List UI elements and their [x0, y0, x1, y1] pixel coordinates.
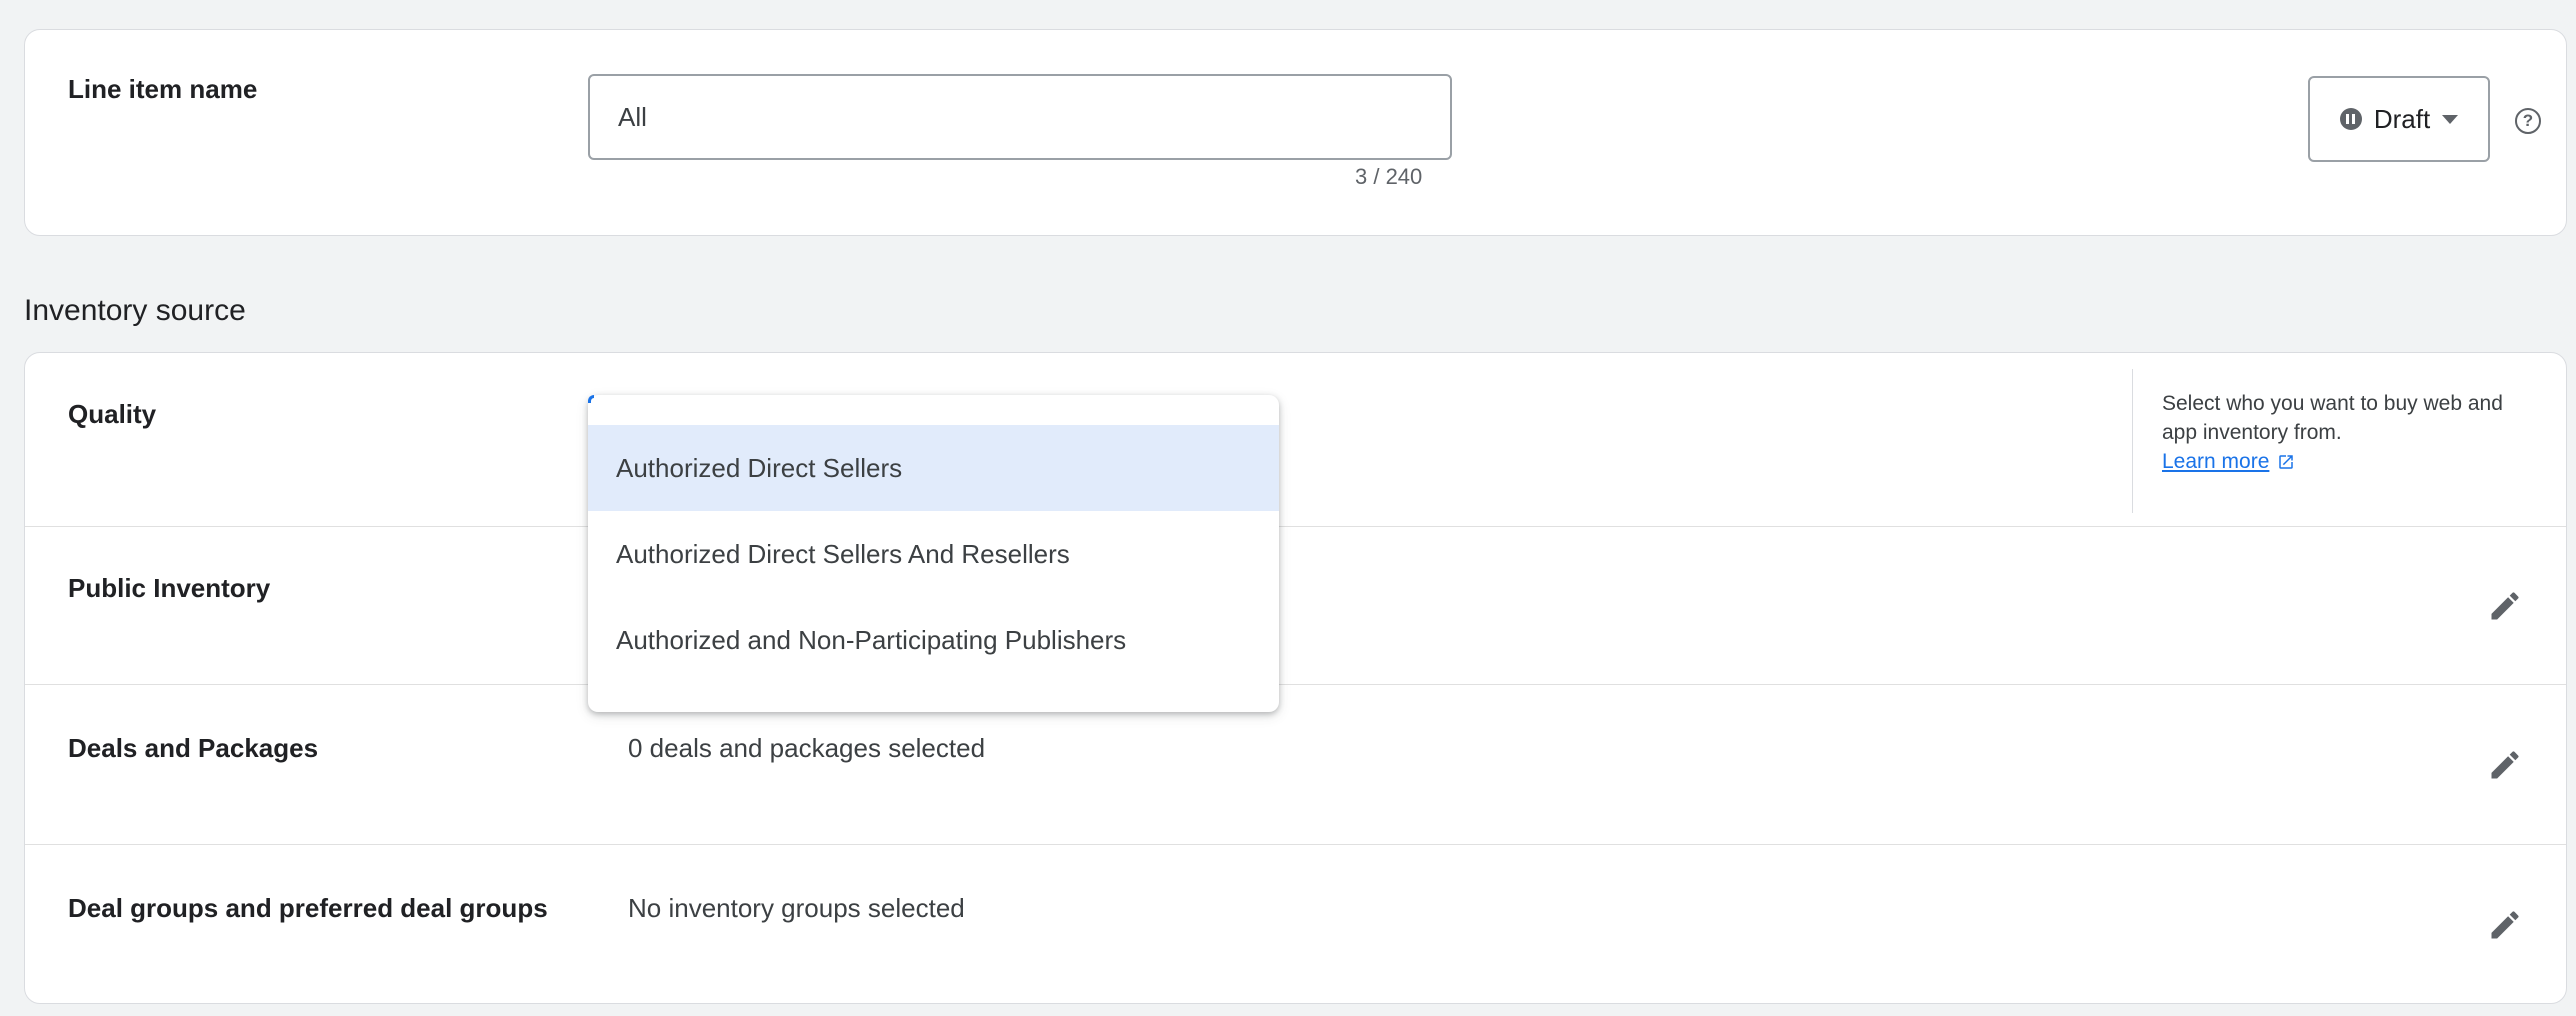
help-panel-divider: [2132, 369, 2133, 513]
line-item-name-value: All: [618, 101, 647, 132]
row-divider: [25, 844, 2566, 845]
focus-indicator: [588, 395, 594, 403]
status-dropdown-button[interactable]: Draft: [2308, 76, 2490, 162]
pause-circle-icon: [2339, 108, 2362, 130]
open-in-new-icon: [2279, 454, 2294, 469]
pencil-icon: [2491, 911, 2519, 939]
deals-packages-value: 0 deals and packages selected: [628, 733, 986, 763]
edit-deal-groups-button[interactable]: [2480, 900, 2530, 950]
character-counter: 3 / 240: [1355, 164, 1423, 189]
public-inventory-label: Public Inventory: [68, 573, 271, 603]
edit-public-inventory-button[interactable]: [2480, 581, 2530, 631]
quality-help-text: Select who you want to buy web and app i…: [2162, 389, 2522, 476]
help-circle-icon[interactable]: ?: [2515, 108, 2541, 134]
edit-deals-packages-button[interactable]: [2480, 740, 2530, 790]
deals-packages-label: Deals and Packages: [68, 733, 319, 763]
line-item-name-label: Line item name: [68, 74, 258, 104]
line-item-card: Line item name All 3 / 240 Draft ?: [24, 29, 2567, 236]
quality-dropdown-menu: Authorized Direct Sellers Authorized Dir…: [588, 395, 1279, 712]
quality-option-authorized-direct-sellers[interactable]: Authorized Direct Sellers: [588, 425, 1279, 511]
pencil-icon: [2491, 751, 2519, 779]
caret-down-icon: [2442, 114, 2459, 124]
inventory-source-card: Quality Select who you want to buy web a…: [24, 352, 2567, 1004]
row-divider: [25, 526, 2566, 527]
line-item-name-input[interactable]: All: [588, 74, 1452, 160]
status-label: Draft: [2373, 103, 2431, 134]
pencil-icon: [2491, 592, 2519, 620]
section-title-inventory-source: Inventory source: [24, 294, 246, 327]
learn-more-label: Learn more: [2162, 450, 2270, 473]
quality-help-description: Select who you want to buy web and app i…: [2162, 392, 2503, 444]
deal-groups-value: No inventory groups selected: [628, 893, 965, 923]
quality-option-direct-sellers-and-resellers[interactable]: Authorized Direct Sellers And Resellers: [588, 511, 1279, 597]
row-divider: [25, 684, 2566, 685]
quality-label: Quality: [68, 399, 157, 429]
deal-groups-label: Deal groups and preferred deal groups: [68, 893, 548, 923]
quality-option-non-participating-publishers[interactable]: Authorized and Non-Participating Publish…: [588, 597, 1279, 683]
learn-more-link[interactable]: Learn more: [2162, 447, 2295, 476]
